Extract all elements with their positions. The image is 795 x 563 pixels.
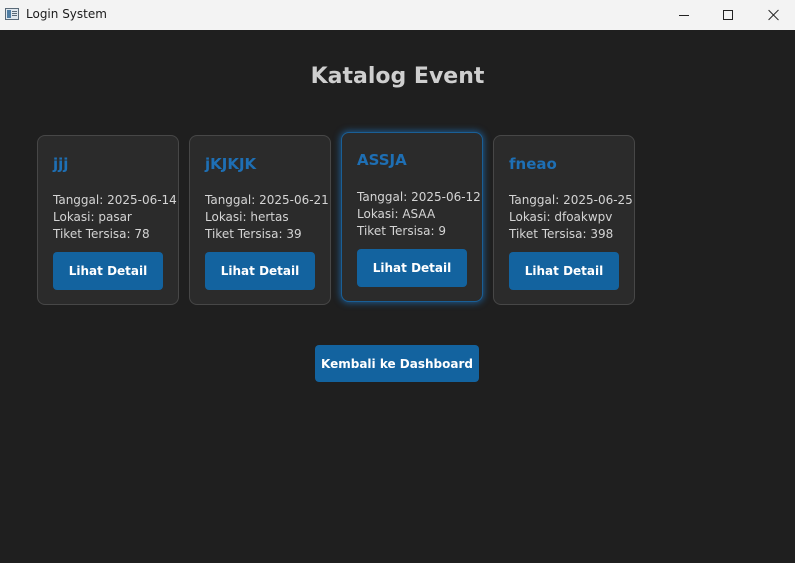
minimize-button[interactable] (661, 0, 707, 30)
event-card-focused: ASSJA Tanggal: 2025-06-12 Lokasi: ASAA T… (341, 132, 483, 302)
event-date: Tanggal: 2025-06-14 (53, 193, 177, 207)
view-detail-button[interactable]: Lihat Detail (205, 252, 315, 290)
back-to-dashboard-button[interactable]: Kembali ke Dashboard (315, 345, 479, 382)
event-name: jjj (53, 155, 69, 173)
view-detail-button[interactable]: Lihat Detail (357, 249, 467, 287)
event-location: Lokasi: hertas (205, 210, 289, 224)
event-card: fneao Tanggal: 2025-06-25 Lokasi: dfoakw… (493, 135, 635, 305)
event-date: Tanggal: 2025-06-12 (357, 190, 481, 204)
event-location: Lokasi: pasar (53, 210, 132, 224)
event-date: Tanggal: 2025-06-21 (205, 193, 329, 207)
event-location: Lokasi: dfoakwpv (509, 210, 613, 224)
event-location: Lokasi: ASAA (357, 207, 436, 221)
page-title: Katalog Event (310, 64, 485, 89)
event-tickets-remaining: Tiket Tersisa: 78 (53, 227, 150, 241)
event-tickets-remaining: Tiket Tersisa: 9 (357, 224, 447, 238)
maximize-icon (723, 10, 733, 20)
window-titlebar[interactable]: Login System (0, 0, 795, 30)
minimize-icon (679, 14, 689, 16)
event-card: jjj Tanggal: 2025-06-14 Lokasi: pasar Ti… (37, 135, 179, 305)
window-title: Login System (26, 7, 107, 21)
event-date: Tanggal: 2025-06-25 (509, 193, 633, 207)
view-detail-button[interactable]: Lihat Detail (509, 252, 619, 290)
app-window-icon (5, 8, 19, 20)
event-name: jKJKJK (205, 155, 257, 173)
event-name: fneao (509, 155, 557, 173)
event-name: ASSJA (357, 151, 407, 169)
event-card: jKJKJK Tanggal: 2025-06-21 Lokasi: herta… (189, 135, 331, 305)
maximize-button[interactable] (705, 0, 751, 30)
event-tickets-remaining: Tiket Tersisa: 39 (205, 227, 302, 241)
close-button[interactable] (751, 0, 795, 30)
close-icon (768, 9, 780, 21)
event-tickets-remaining: Tiket Tersisa: 398 (509, 227, 614, 241)
view-detail-button[interactable]: Lihat Detail (53, 252, 163, 290)
